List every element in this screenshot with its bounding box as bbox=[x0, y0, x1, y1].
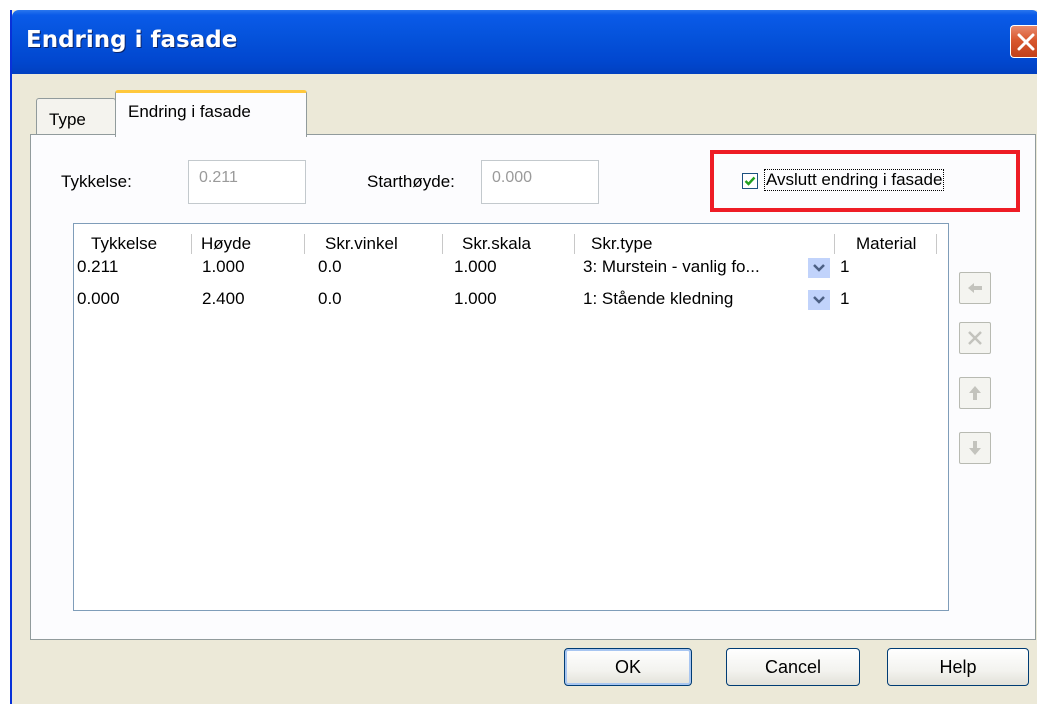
cell-material: 1 bbox=[840, 257, 850, 276]
col-tykkelse[interactable]: Tykkelse bbox=[91, 234, 157, 254]
close-icon bbox=[1017, 33, 1035, 51]
cell-material: 1 bbox=[840, 289, 850, 308]
cell-type: 3: Murstein - vanlig fo... bbox=[583, 257, 760, 276]
move-up-button[interactable] bbox=[959, 377, 991, 409]
checkmark-icon bbox=[744, 176, 756, 186]
cell-tykkelse: 0.000 bbox=[77, 289, 120, 308]
window-title: Endring i fasade bbox=[26, 27, 238, 53]
column-separator[interactable] bbox=[191, 234, 192, 254]
col-skala[interactable]: Skr.skala bbox=[462, 234, 531, 254]
cell-tykkelse: 0.211 bbox=[77, 257, 119, 276]
column-separator[interactable] bbox=[574, 234, 575, 254]
col-vinkel[interactable]: Skr.vinkel bbox=[325, 234, 398, 254]
arrow-left-icon bbox=[968, 283, 982, 293]
tab-type-label: Type bbox=[49, 110, 86, 129]
tykkelse-field[interactable]: 0.211 bbox=[188, 160, 306, 204]
arrow-down-icon bbox=[969, 441, 981, 455]
col-type[interactable]: Skr.type bbox=[591, 234, 652, 254]
type-dropdown-button[interactable] bbox=[808, 290, 830, 310]
chevron-down-icon bbox=[813, 296, 825, 304]
tab-endring-label: Endring i fasade bbox=[128, 102, 251, 121]
move-left-button[interactable] bbox=[959, 272, 991, 304]
column-separator[interactable] bbox=[442, 234, 443, 254]
arrow-up-icon bbox=[969, 386, 981, 400]
starthoyde-value: 0.000 bbox=[492, 169, 533, 186]
column-separator[interactable] bbox=[304, 234, 305, 254]
cell-hoyde: 2.400 bbox=[202, 289, 245, 308]
column-separator[interactable] bbox=[834, 234, 835, 254]
col-material[interactable]: Material bbox=[856, 234, 916, 254]
starthoyde-field[interactable]: 0.000 bbox=[481, 160, 599, 204]
avslutt-label[interactable]: Avslutt endring i fasade bbox=[764, 169, 945, 191]
cell-vinkel: 0.0 bbox=[318, 257, 342, 276]
tykkelse-value: 0.211 bbox=[199, 169, 238, 186]
help-button[interactable]: Help bbox=[887, 648, 1029, 686]
starthoyde-label: Starthøyde: bbox=[367, 172, 455, 191]
chevron-down-icon bbox=[813, 264, 825, 272]
delete-x-icon bbox=[968, 331, 982, 345]
type-dropdown-button[interactable] bbox=[808, 258, 830, 278]
close-button[interactable] bbox=[1010, 25, 1037, 58]
cell-hoyde: 1.000 bbox=[202, 257, 245, 276]
move-down-button[interactable] bbox=[959, 432, 991, 464]
tykkelse-label: Tykkelse: bbox=[61, 172, 132, 191]
tab-panel: Tykkelse: 0.211 Starthøyde: 0.000 Avslut… bbox=[30, 134, 1036, 640]
cell-skala: 1.000 bbox=[454, 257, 497, 276]
cell-skala: 1.000 bbox=[454, 289, 497, 308]
tab-type[interactable]: Type bbox=[36, 98, 116, 135]
ok-button[interactable]: OK bbox=[564, 648, 692, 686]
cell-vinkel: 0.0 bbox=[318, 289, 342, 308]
tab-endring-i-fasade[interactable]: Endring i fasade bbox=[115, 90, 307, 137]
cell-type: 1: Stående kledning bbox=[583, 289, 734, 308]
layers-list[interactable]: Tykkelse Høyde Skr.vinkel Skr.skala Skr.… bbox=[73, 223, 949, 611]
list-header: Tykkelse Høyde Skr.vinkel Skr.skala Skr.… bbox=[74, 224, 948, 258]
title-bar[interactable]: Endring i fasade bbox=[12, 10, 1037, 74]
delete-button[interactable] bbox=[959, 322, 991, 354]
column-separator[interactable] bbox=[936, 234, 937, 254]
avslutt-checkbox[interactable] bbox=[742, 173, 758, 189]
cancel-button[interactable]: Cancel bbox=[726, 648, 860, 686]
col-hoyde[interactable]: Høyde bbox=[201, 234, 251, 254]
dialog-window: Endring i fasade Type Endring i fasade T… bbox=[10, 10, 1037, 704]
